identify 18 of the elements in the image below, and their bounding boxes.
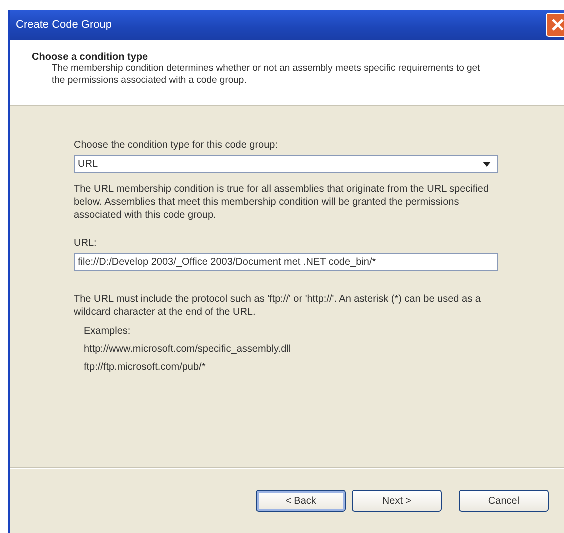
header-description: The membership condition determines whether or not an assembly meets specific requirements to get the permissions associated with a code group. bbox=[51, 63, 482, 87]
condition-type-dropdown[interactable]: URL bbox=[74, 155, 498, 173]
url-label: URL: bbox=[74, 238, 98, 249]
example-url: http://www.microsoft.com/specific_assembly.dll bbox=[84, 343, 292, 357]
window-title: Create Code Group bbox=[16, 19, 112, 31]
header-title: Choose a condition type bbox=[32, 52, 150, 63]
dialog-button[interactable]: Next > bbox=[352, 490, 442, 512]
close-button[interactable] bbox=[546, 13, 564, 37]
condition-description: The URL membership condition is true for all assemblies that originate from the URL specified below. Assemblies that meet this membership condition will be granted the permissions associated with this code group. bbox=[74, 183, 490, 222]
dialog-button[interactable]: Cancel bbox=[459, 490, 549, 512]
example-url: ftp://ftp.microsoft.com/pub/* bbox=[84, 361, 207, 375]
dropdown-arrow-icon bbox=[483, 162, 491, 166]
close-icon bbox=[551, 18, 564, 32]
dialog-button[interactable]: < Back bbox=[256, 490, 346, 512]
condition-type-label: Choose the condition type for this code group: bbox=[74, 140, 280, 151]
examples-label: Examples: bbox=[84, 325, 132, 339]
url-field[interactable]: file://D:/Develop 2003/_Office 2003/Document met .NET code_bin/* bbox=[74, 253, 498, 271]
help-text: The URL must include the protocol such as 'ftp://' or 'http://'. An asterisk (*) can be used as a wildcard character at the end of the URL. bbox=[74, 293, 482, 319]
